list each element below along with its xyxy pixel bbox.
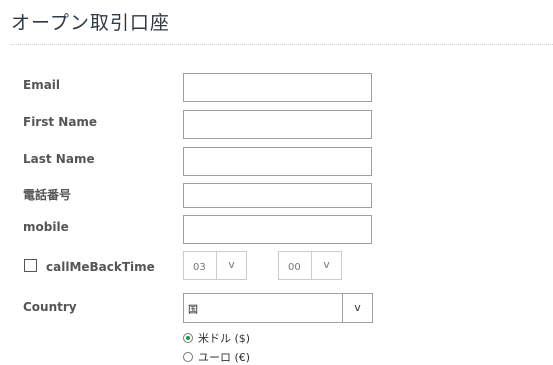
callback-label: callMeBackTime <box>46 260 155 274</box>
chevron-down-icon[interactable]: v <box>342 294 372 322</box>
radio-icon[interactable] <box>183 352 193 362</box>
email-label: Email <box>23 78 61 92</box>
country-select[interactable]: 国 v <box>183 293 373 323</box>
currency-option-eur[interactable]: ユーロ (€) <box>183 349 250 365</box>
currency-label-usd: 米ドル ($) <box>198 332 251 345</box>
currency-option-usd[interactable]: 米ドル ($) <box>183 330 250 346</box>
first-name-label: First Name <box>23 115 98 129</box>
callback-minute-select[interactable]: 00 v <box>278 251 342 280</box>
mobile-label: mobile <box>23 220 69 234</box>
last-name-field[interactable] <box>183 147 372 176</box>
callback-hour-select[interactable]: 03 v <box>183 251 247 280</box>
title-divider <box>11 44 553 45</box>
country-value: 国 <box>188 305 198 316</box>
last-name-label: Last Name <box>23 152 95 166</box>
page-title: オープン取引口座 <box>11 12 170 34</box>
phone-field[interactable] <box>183 183 372 208</box>
phone-label: 電話番号 <box>23 188 72 202</box>
chevron-down-icon[interactable]: v <box>216 252 246 279</box>
chevron-down-icon[interactable]: v <box>311 252 341 279</box>
currency-label-eur: ユーロ (€) <box>198 351 251 364</box>
callback-checkbox[interactable] <box>24 259 37 272</box>
callback-hour-value: 03 <box>193 262 206 273</box>
country-label: Country <box>23 300 77 314</box>
callback-minute-value: 00 <box>288 262 301 273</box>
email-field[interactable] <box>183 73 372 102</box>
mobile-field[interactable] <box>183 215 372 244</box>
first-name-field[interactable] <box>183 110 372 139</box>
radio-selected-icon[interactable] <box>183 333 193 343</box>
